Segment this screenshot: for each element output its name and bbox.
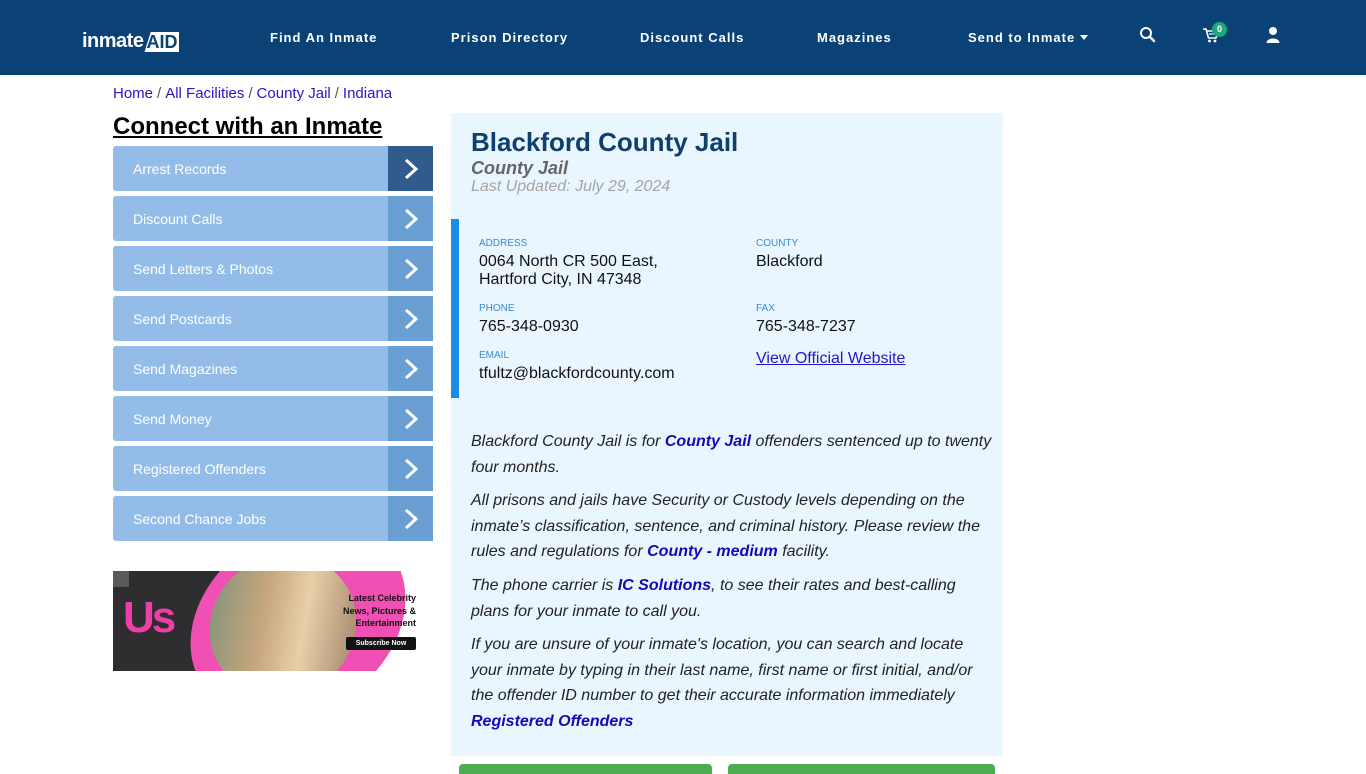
ic-solutions-link[interactable]: IC Solutions <box>618 577 711 594</box>
nav-find-an-inmate[interactable]: Find An Inmate <box>270 30 377 46</box>
county-medium-link[interactable]: County - medium <box>647 543 778 560</box>
breadcrumb-home[interactable]: Home <box>113 85 153 102</box>
sidebar-item-send-postcards[interactable]: Send Postcards <box>113 296 433 341</box>
breadcrumb-separator: / <box>334 85 339 102</box>
search-icon[interactable] <box>1139 26 1161 48</box>
chevron-right-icon <box>388 446 433 491</box>
fax-label: FAX <box>756 303 775 314</box>
facility-type: County Jail <box>471 158 569 178</box>
address-label: ADDRESS <box>479 238 528 249</box>
phone-label: PHONE <box>479 303 515 314</box>
text: Blackford County Jail is for <box>471 433 665 450</box>
sidebar-item-label: Send Money <box>133 410 212 427</box>
ad-copy-line: News, Pictures & <box>342 605 416 616</box>
breadcrumb-separator: / <box>248 85 253 102</box>
sidebar-menu: Arrest Records Discount Calls Send Lette… <box>113 146 433 546</box>
ad-copy-line: Entertainment <box>355 618 416 628</box>
sidebar-item-label: Registered Offenders <box>133 460 266 477</box>
email-value: tfultz@blackfordcounty.com <box>479 365 675 382</box>
sidebar-item-send-letters-photos[interactable]: Send Letters & Photos <box>113 246 433 291</box>
ad-copy-line: Latest Celebrity <box>348 593 416 603</box>
nav-send-to-inmate[interactable]: Send to Inmate <box>968 30 1089 46</box>
sidebar-item-send-magazines[interactable]: Send Magazines <box>113 346 433 391</box>
address-field: ADDRESS 0064 North CR 500 East, Hartford… <box>479 238 658 289</box>
sidebar-item-label: Arrest Records <box>133 160 227 177</box>
breadcrumb-all-facilities[interactable]: All Facilities <box>165 85 244 102</box>
breadcrumb: Home / All Facilities / County Jail / Indiana <box>113 85 392 103</box>
text: The phone carrier is <box>471 577 618 594</box>
text: facility. <box>777 543 830 560</box>
nav-prison-directory[interactable]: Prison Directory <box>451 30 568 46</box>
chevron-right-icon <box>388 396 433 441</box>
ad-copy: Latest Celebrity News, Pictures & Entert… <box>343 592 416 630</box>
breadcrumb-separator: / <box>157 85 162 102</box>
facility-panel: Blackford County Jail County Jail Last U… <box>451 113 1003 756</box>
text: If you are unsure of your inmate's locat… <box>471 636 973 704</box>
sidebar-item-discount-calls[interactable]: Discount Calls <box>113 196 433 241</box>
ad-brand-logo: Us <box>123 593 176 642</box>
sidebar-item-label: Send Postcards <box>133 310 232 327</box>
top-navbar: inmate AID Find An Inmate Prison Directo… <box>0 0 1366 75</box>
view-official-website-link[interactable]: View Official Website <box>756 350 905 367</box>
phone-value: 765-348-0930 <box>479 318 579 335</box>
chevron-right-icon <box>388 296 433 341</box>
county-label: COUNTY <box>756 238 799 249</box>
sidebar-item-registered-offenders[interactable]: Registered Offenders <box>113 446 433 491</box>
chevron-right-icon <box>388 146 433 191</box>
fax-value: 765-348-7237 <box>756 318 856 335</box>
county-field: COUNTY Blackford <box>756 238 823 271</box>
sidebar-item-second-chance-jobs[interactable]: Second Chance Jobs <box>113 496 433 541</box>
green-action-button-left[interactable] <box>459 764 712 774</box>
green-action-button-right[interactable] <box>728 764 995 774</box>
inmateaid-logo[interactable]: inmate AID <box>82 26 180 52</box>
sidebar-item-arrest-records[interactable]: Arrest Records <box>113 146 433 191</box>
sidebar-item-label: Send Letters & Photos <box>133 260 274 277</box>
last-updated: Last Updated: July 29, 2024 <box>471 178 671 195</box>
caret-down-icon <box>1080 35 1089 40</box>
user-icon[interactable] <box>1265 26 1287 48</box>
email-label: EMAIL <box>479 350 510 361</box>
ad-subscribe-button[interactable]: Subscribe Now <box>346 637 416 650</box>
county-value: Blackford <box>756 253 823 270</box>
chevron-right-icon <box>388 496 433 541</box>
fax-field: FAX 765-348-7237 <box>756 303 856 336</box>
logo-text: inmate <box>82 30 144 52</box>
sidebar-item-send-money[interactable]: Send Money <box>113 396 433 441</box>
facility-contact-info: ADDRESS 0064 North CR 500 East, Hartford… <box>451 219 1003 398</box>
breadcrumb-county-jail[interactable]: County Jail <box>257 85 331 102</box>
address-line-1: 0064 North CR 500 East, <box>479 253 658 270</box>
sidebar-item-label: Discount Calls <box>133 210 223 227</box>
breadcrumb-indiana[interactable]: Indiana <box>343 85 392 102</box>
chevron-right-icon <box>388 346 433 391</box>
website-field: View Official Website <box>756 350 905 368</box>
chevron-right-icon <box>388 246 433 291</box>
us-weekly-ad-banner[interactable]: Us Latest Celebrity News, Pictures & Ent… <box>113 571 433 671</box>
sidebar-title: Connect with an Inmate <box>113 113 383 140</box>
email-field: EMAIL tfultz@blackfordcounty.com <box>479 350 675 383</box>
nav-send-to-inmate-label: Send to Inmate <box>968 30 1076 45</box>
cart-count-badge: 0 <box>1212 22 1227 37</box>
chevron-right-icon <box>388 196 433 241</box>
sidebar-item-label: Second Chance Jobs <box>133 510 267 527</box>
description-paragraph-2: All prisons and jails have Security or C… <box>471 488 996 565</box>
description-paragraph-3: The phone carrier is IC Solutions, to se… <box>471 573 996 624</box>
registered-offenders-link[interactable]: Registered Offenders <box>471 713 633 730</box>
ad-corner-square <box>113 571 129 587</box>
address-line-2: Hartford City, IN 47348 <box>479 271 642 288</box>
description-paragraph-4: If you are unsure of your inmate's locat… <box>471 632 996 734</box>
phone-field: PHONE 765-348-0930 <box>479 303 579 336</box>
sidebar-item-label: Send Magazines <box>133 360 238 377</box>
nav-magazines[interactable]: Magazines <box>817 30 892 46</box>
logo-text-aid: AID <box>144 32 180 52</box>
description-paragraph-1: Blackford County Jail is for County Jail… <box>471 429 996 480</box>
county-jail-link[interactable]: County Jail <box>665 433 751 450</box>
nav-discount-calls[interactable]: Discount Calls <box>640 30 744 46</box>
facility-name: Blackford County Jail <box>471 127 739 157</box>
